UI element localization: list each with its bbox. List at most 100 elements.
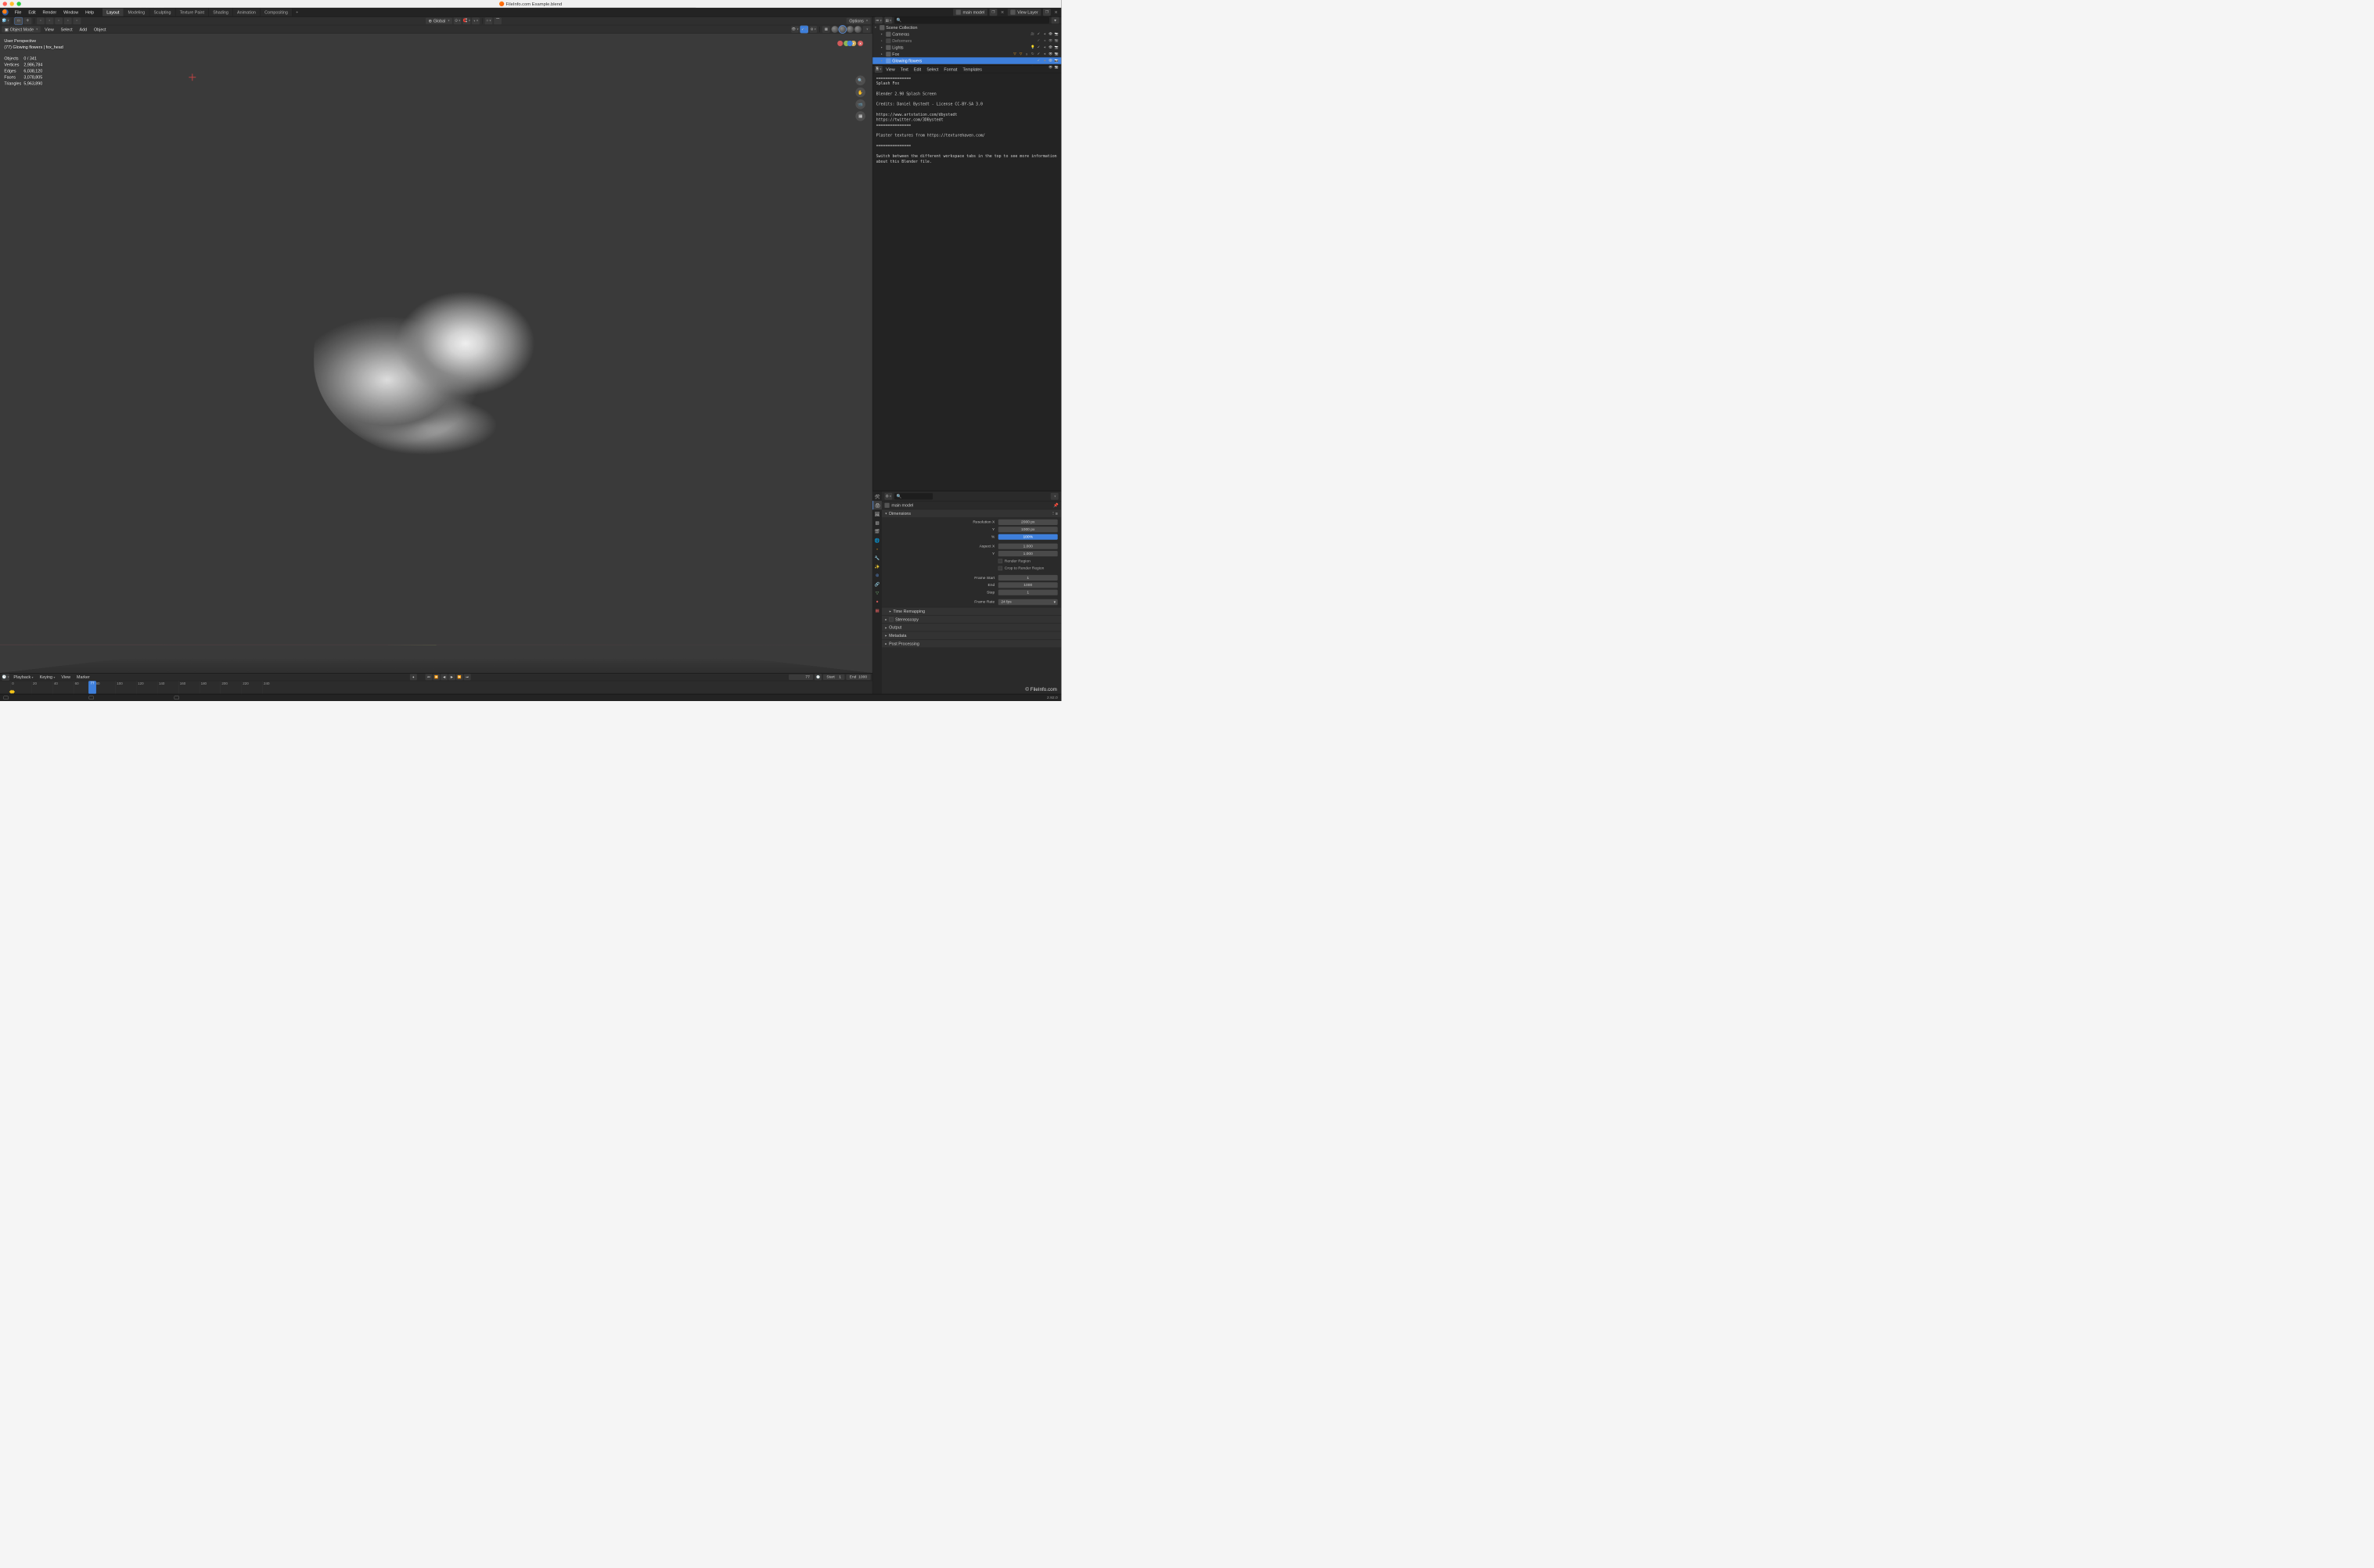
viewlayer-new-button[interactable]: ❐ [1043,9,1051,16]
minimize-window[interactable] [10,2,14,5]
frame-start-field[interactable]: 1 [998,575,1058,581]
menu-edit[interactable]: Edit [26,9,38,16]
menu-help[interactable]: Help [83,9,97,16]
text-editor-type[interactable]: 🗎 [875,66,883,73]
overlays-toggle[interactable]: ⊜ [809,26,817,33]
menu-render[interactable]: Render [40,9,59,16]
outliner-item-fox[interactable]: ▸Fox▽▽9↻◂ [872,51,1061,57]
timeline-menu-keying[interactable]: Keying [38,674,57,680]
orientation-gizmo[interactable]: Z X Y [836,41,864,69]
ptab-texture[interactable]: ▦ [872,606,882,614]
viewlayer-selector[interactable]: View Layer [1008,9,1041,16]
tool-cursor[interactable]: ✛ [23,17,31,24]
outliner-item-lights[interactable]: ▸Lights💡◂ [872,44,1061,50]
viewport-menu-object[interactable]: Object [91,26,109,33]
current-frame-field[interactable]: 77 [789,674,813,680]
axis-x-icon[interactable]: X [858,41,863,46]
workspace-tab-sculpting[interactable]: Sculpting [149,9,175,16]
camera-view-icon[interactable]: 📹 [855,99,865,110]
end-frame-field[interactable]: End 1000 [846,674,870,680]
text-menu-templates[interactable]: Templates [961,66,984,72]
frame-step-field[interactable]: 1 [998,590,1058,595]
3d-viewport[interactable]: User Perspective (77) Glowing flowers | … [0,34,872,673]
ptab-constraints[interactable]: 🔗 [872,580,882,588]
editor-type-dropdown[interactable]: 🧊 [2,17,9,24]
text-menu-text[interactable]: Text [898,66,910,72]
perspective-toggle-icon[interactable]: ▦ [855,111,865,121]
transform-orientation[interactable]: ⊕ Global [426,18,452,24]
ptab-scene[interactable]: 🎬 [872,527,882,536]
aspect-y-field[interactable]: 1.000 [998,551,1058,556]
selectmode-2[interactable]: ▫ [46,17,54,24]
viewport-menu-add[interactable]: Add [77,26,90,33]
shading-rendered[interactable] [854,26,861,33]
outliner-item-deformers[interactable]: ▸Deformers◂ [872,38,1061,44]
timeline-menu-playback[interactable]: Playback [12,674,36,680]
proportional-toggle[interactable]: ○ [485,17,493,24]
selectmode-4[interactable]: ▫ [64,17,72,24]
text-editor-content[interactable]: =============== Splash Fox Blender 2.90 … [872,73,1061,491]
ptab-modifier[interactable]: 🔧 [872,553,882,562]
playhead[interactable]: 77 [88,681,96,694]
aspect-x-field[interactable]: 1.000 [998,544,1058,549]
panel-metadata[interactable]: ▸Metadata [882,631,1061,639]
ptab-material[interactable]: ● [872,597,882,606]
timeline-menu-view[interactable]: View [59,674,73,680]
jump-knext-icon[interactable]: ⏩ [456,674,463,680]
shading-options[interactable] [863,26,871,33]
prop-options[interactable] [1051,493,1059,500]
workspace-tab-texturepaint[interactable]: Texture Paint [175,9,208,16]
proportional-falloff[interactable]: ⁀ [494,17,502,24]
mode-dropdown[interactable]: ▣ Object Mode [2,26,41,32]
selectmode-3[interactable]: ▫ [55,17,63,24]
resolution-y-field[interactable]: 1000 px [998,527,1058,532]
resolution-x-field[interactable]: 2000 px [998,520,1058,525]
jump-start-icon[interactable]: ⏮ [426,674,433,680]
workspace-tab-compositing[interactable]: Compositing [261,9,293,16]
text-menu-edit[interactable]: Edit [912,66,923,72]
pin-icon[interactable]: 📌 [1053,503,1059,508]
prop-editor-type[interactable]: ⚙ [884,493,892,500]
snap-toggle[interactable]: 🧲 [462,17,470,24]
outliner-item-glowing-flowers[interactable]: ▸Glowing flowers◂ [872,57,1061,63]
outliner-filter-icon[interactable]: ▼ [1052,16,1059,23]
text-menu-view[interactable]: View [884,66,897,72]
menu-file[interactable]: File [12,9,24,16]
selectmode-1[interactable]: ▫ [37,17,45,24]
snap-target-dropdown[interactable]: ⫟ [472,17,480,24]
panel-dimensions-header[interactable]: ▾Dimensions⋮≡ [882,509,1061,517]
text-menu-format[interactable]: Format [942,66,959,72]
ptab-object[interactable]: ▫ [872,545,882,553]
tool-select-box[interactable]: ▭ [15,17,23,24]
timeline-menu-marker[interactable]: Marker [74,674,92,680]
play-reverse-icon[interactable]: ◀ [441,674,448,680]
panel-time-remapping[interactable]: ▸Time Remapping [882,607,1061,615]
preview-range-icon[interactable]: 🕐 [815,674,822,680]
outliner-display-mode[interactable]: ▤ [884,16,892,23]
viewport-menu-view[interactable]: View [42,26,57,33]
maximize-window[interactable] [16,2,20,5]
outliner-scene-collection[interactable]: ▾Scene Collection [872,24,1061,31]
viewlayer-delete-button[interactable]: ✕ [1052,9,1059,14]
outliner-editor-type[interactable]: ≔ [875,16,883,23]
scene-selector[interactable]: main model [953,9,987,16]
selectmode-5[interactable]: ▫ [73,17,81,24]
scene-delete-button[interactable]: ✕ [999,9,1005,14]
visibility-toggle[interactable]: 👁 [791,26,799,33]
axis-z-neg[interactable] [847,41,853,46]
jump-kprev-icon[interactable]: ⏪ [433,674,440,680]
text-menu-select[interactable]: Select [925,66,941,72]
panel-post-processing[interactable]: ▸Post Processing [882,639,1061,647]
workspace-tab-animation[interactable]: Animation [233,9,261,16]
ptab-output[interactable]: 🖼 [872,509,882,518]
ptab-particles[interactable]: ✨ [872,562,882,570]
start-frame-field[interactable]: Start 1 [823,674,845,680]
close-window[interactable] [3,2,7,5]
outliner-item-cameras[interactable]: ▸Cameras◂ [872,31,1061,37]
zoom-icon[interactable]: 🔍 [855,76,865,86]
viewport-menu-select[interactable]: Select [58,26,75,33]
crop-render-region-check[interactable]: Crop to Render Region [998,566,1058,570]
autokey-toggle[interactable]: ● [410,674,417,680]
xray-toggle[interactable]: ▦ [822,26,830,33]
ptab-data[interactable]: ▽ [872,588,882,597]
